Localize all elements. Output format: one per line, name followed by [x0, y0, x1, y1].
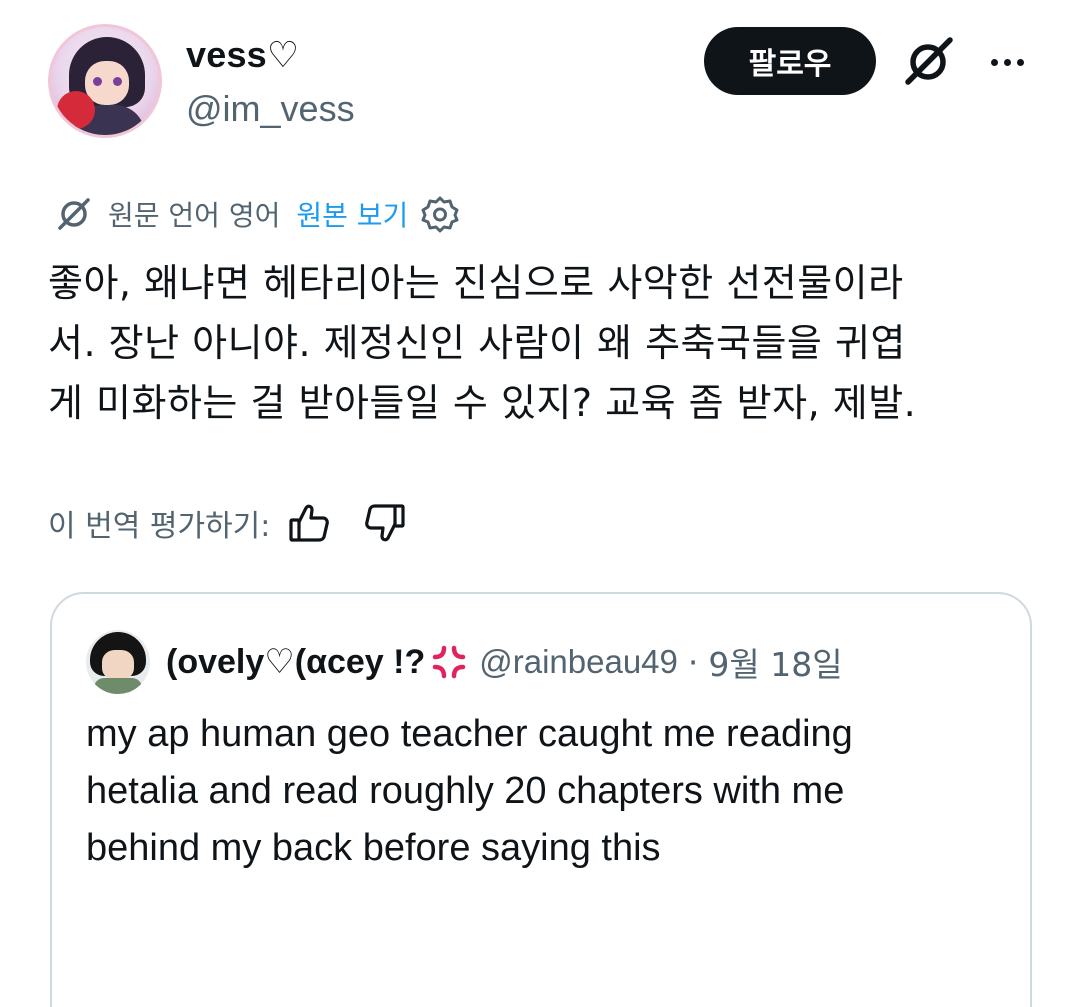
source-language-label: 원문 언어 영어	[108, 199, 281, 232]
avatar-boxing-glove	[57, 91, 95, 129]
quoted-tweet-meta: (ovely♡(αcey !? @rainbeau49 · 9월 18일	[166, 634, 843, 690]
avatar-eye	[113, 77, 122, 86]
author-display-name[interactable]: vess♡	[186, 34, 299, 76]
show-original-link[interactable]: 원본 보기	[296, 194, 408, 234]
rate-translation-label: 이 번역 평가하기:	[48, 509, 271, 544]
more-dot	[1003, 58, 1011, 66]
rate-translation-row: 이 번역 평가하기:	[48, 498, 438, 548]
tweet-line: 서. 장난 아니야. 제정신인 사람이 왜 추축국들을 귀엽	[48, 321, 906, 365]
quoted-author-handle: @rainbeau49	[479, 643, 678, 680]
quoted-tweet-body: my ap human geo teacher caught me readin…	[86, 706, 1006, 877]
tweet-line: 좋아, 왜냐면 헤타리아는 진심으로 사악한 선전물이라	[48, 261, 904, 305]
tweet-header: vess♡ @im_vess 팔로우	[0, 0, 1080, 160]
meta-separator: ·	[687, 642, 699, 682]
settings-gear-icon[interactable]	[420, 194, 460, 234]
anger-symbol-emoji	[432, 645, 466, 679]
avatar-eye	[93, 77, 102, 86]
quoted-line: hetalia and read roughly 20 chapters wit…	[86, 770, 845, 812]
thumbs-down-icon[interactable]	[362, 500, 408, 546]
quoted-author-name: (ovely♡(αcey !?	[166, 643, 426, 681]
translate-icon	[58, 198, 90, 230]
tweet-line: 게 미화하는 걸 받아들일 수 있지? 교육 좀 받자, 제발.	[48, 381, 917, 425]
translation-bar: 원문 언어 영어 원본 보기	[54, 192, 460, 236]
author-handle[interactable]: @im_vess	[186, 88, 355, 130]
thumbs-up-icon[interactable]	[286, 500, 332, 546]
author-avatar[interactable]	[48, 24, 162, 138]
quoted-tweet-card[interactable]: (ovely♡(αcey !? @rainbeau49 · 9월 18일 my …	[50, 592, 1032, 1007]
tweet-body: 좋아, 왜냐면 헤타리아는 진심으로 사악한 선전물이라 서. 장난 아니야. …	[48, 253, 1038, 433]
quoted-line: my ap human geo teacher caught me readin…	[86, 713, 853, 755]
more-dot	[1016, 58, 1024, 66]
quoted-tweet-date: 9월 18일	[708, 645, 843, 684]
more-options-icon[interactable]	[982, 40, 1032, 84]
grok-icon[interactable]	[900, 34, 956, 90]
follow-button[interactable]: 팔로우	[704, 27, 876, 95]
quoted-avatar-body	[94, 678, 142, 694]
quoted-avatar-face	[102, 650, 134, 680]
more-dot	[990, 58, 998, 66]
quoted-author-avatar	[86, 630, 150, 694]
quoted-line: behind my back before saying this	[86, 827, 661, 869]
